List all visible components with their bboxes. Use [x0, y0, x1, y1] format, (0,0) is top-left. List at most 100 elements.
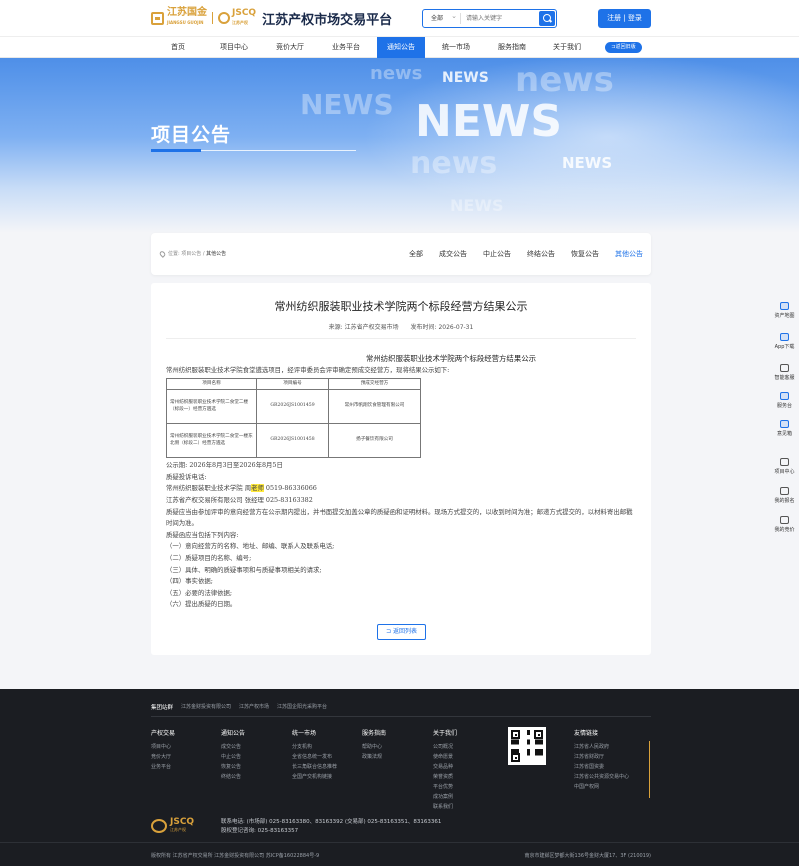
article-body: 常州纺织服装职业技术学院两个标段经营方结果公示 常州纺织服装职业技术学院食堂遴选…: [166, 353, 636, 611]
top-bar: 江苏国金 JIANGSU GUOJIN JSCQ 江苏产权 江苏产权市场交易平台 全…: [0, 0, 799, 36]
jscq-logo-icon: [151, 819, 167, 833]
tab-suspension-notices[interactable]: 中止公告: [483, 249, 511, 259]
footer-col-service: 服务指南 帮助中心 政策法规: [362, 729, 386, 762]
footer-link[interactable]: 政策法规: [362, 752, 386, 762]
article-date: 发布时间: 2026-07-31: [410, 324, 474, 331]
footer-link[interactable]: 交易品种: [433, 762, 457, 772]
qr-finder: [511, 730, 520, 739]
side-asset-map[interactable]: 资产地图: [770, 302, 799, 319]
banner-news-word: NEWS: [562, 154, 613, 172]
footer-link[interactable]: 业务平台: [151, 762, 175, 772]
footer-link[interactable]: 公司概况: [433, 742, 457, 752]
table-cell: GR2026JS1001458: [256, 423, 329, 459]
footer-link[interactable]: 全省信息统一发布: [292, 752, 337, 762]
footer-link[interactable]: 平台优势: [433, 782, 457, 792]
notice-list-item: （五）必要的法律依据;: [166, 588, 233, 597]
breadcrumb-separator: /: [202, 250, 205, 257]
login-register-button[interactable]: 注册 | 登录: [598, 9, 651, 28]
footer-link[interactable]: 长三角联合信息推荐: [292, 762, 337, 772]
footer-link[interactable]: 全国产交机构链接: [292, 772, 337, 782]
tab-all[interactable]: 全部: [409, 249, 423, 259]
qr-finder: [511, 753, 520, 762]
footer-link[interactable]: 成交公告: [221, 742, 245, 752]
table-header: 项目名称: [166, 378, 257, 391]
cube-icon: [780, 458, 789, 466]
nav-business-platform[interactable]: 业务平台: [322, 37, 370, 58]
location-pin-icon: [158, 249, 167, 258]
side-project-center[interactable]: 项目中心: [770, 458, 799, 475]
divider: [166, 338, 636, 339]
title-underline: [151, 149, 201, 152]
group-site-link[interactable]: 江苏产权市场: [239, 703, 269, 711]
footer-link[interactable]: 江苏省国资委: [574, 762, 629, 772]
return-old-version-button[interactable]: ⊐返回旧版: [605, 42, 642, 53]
footer-col-title: 产权交易: [151, 730, 176, 737]
nav-about-us[interactable]: 关于我们: [543, 37, 591, 58]
nav-project-center[interactable]: 项目中心: [210, 37, 258, 58]
qr-finder: [534, 730, 543, 739]
nav-home[interactable]: 首页: [154, 37, 202, 58]
footer-col-title: 关于我们: [433, 730, 458, 737]
logo2-text: JSCQ 江苏产权: [232, 8, 257, 26]
footer-col-title: 统一市场: [292, 730, 317, 737]
footer-link[interactable]: 分支机构: [292, 742, 337, 752]
notice-paragraph: 质疑应当由参加评审的意向经营方在公示期内提出，并书面提交加盖公章的质疑函和证明材…: [166, 507, 633, 528]
return-to-list-button[interactable]: ⊐ 返回列表: [377, 624, 426, 640]
side-app-download[interactable]: App下载: [770, 333, 799, 350]
side-my-bids[interactable]: 我的竞价: [770, 516, 799, 533]
logo1-text: 江苏国金 JIANGSU GUOJIN: [167, 7, 207, 26]
nav-service-guide[interactable]: 服务指南: [488, 37, 536, 58]
tab-deal-notices[interactable]: 成交公告: [439, 249, 467, 259]
side-feedback-box[interactable]: 意见箱: [770, 420, 799, 437]
doc-intro: 常州纺织服装职业技术学院食堂遴选项目，经评审委员会评审确定预成交经营方，现将结果…: [166, 365, 450, 374]
article-source: 来源: 江苏省产权交易市场: [328, 324, 399, 331]
notice-list-item: （一）意向经营方的名称、地址、邮编、联系人及联系电话;: [166, 542, 335, 551]
group-sites-label: 集团站群: [151, 705, 174, 711]
nav-announcements[interactable]: 通知公告: [377, 37, 425, 58]
footer-link[interactable]: 中国产权网: [574, 782, 629, 792]
footer-col-title: 服务指南: [362, 730, 387, 737]
footer-link[interactable]: 终结公告: [221, 772, 245, 782]
footer-link[interactable]: 使命愿景: [433, 752, 457, 762]
footer-link[interactable]: 江苏省财政厅: [574, 752, 629, 762]
footer-link[interactable]: 恢复公告: [221, 762, 245, 772]
banner-news-word: NEWS: [300, 88, 394, 121]
group-site-link[interactable]: 江苏金财投资有限公司: [181, 703, 231, 711]
side-my-registrations[interactable]: 我的报名: [770, 487, 799, 504]
footer-link[interactable]: 联系我们: [433, 802, 457, 812]
banner-news-word: NEWS: [450, 196, 504, 215]
nav-bidding-hall[interactable]: 竞价大厅: [266, 37, 314, 58]
breadcrumb-item-project-notices[interactable]: 项目公告: [181, 250, 201, 257]
footer: 集团站群 江苏金财投资有限公司 江苏产权市场 江苏国企阳光采购平台 产权交易 项…: [0, 689, 799, 866]
contact-school: 常州纺织服装职业技术学院 周老师 0519-86336066: [166, 484, 317, 493]
footer-link[interactable]: 江苏省公共资源交易中心: [574, 772, 629, 782]
nav-unified-market[interactable]: 统一市场: [432, 37, 480, 58]
footer-link[interactable]: 成功案例: [433, 792, 457, 802]
category-bar: 位置: 项目公告 / 其他公告 全部 成交公告 中止公告 终结公告 恢复公告 其…: [151, 233, 651, 275]
tab-resumption-notices[interactable]: 恢复公告: [571, 249, 599, 259]
side-customer-service[interactable]: 智能客服: [770, 364, 799, 381]
footer-link[interactable]: 荣誉资质: [433, 772, 457, 782]
footer-link[interactable]: 竞价大厅: [151, 752, 175, 762]
group-site-link[interactable]: 江苏国企阳光采购平台: [277, 703, 327, 711]
table-row: 常州纺织服装职业技术学院二食堂二楼（标段一）经营方遴选 GR2026JS1001…: [166, 389, 421, 425]
address: 南京市建邺区梦都大街136号金财大厦17、3F (210019): [524, 853, 651, 859]
tab-other-notices[interactable]: 其他公告: [615, 249, 643, 259]
search-button[interactable]: [539, 11, 555, 26]
breadcrumb-prefix: 位置:: [168, 251, 180, 257]
doc-heading: 常州纺织服装职业技术学院两个标段经营方结果公示: [366, 354, 536, 363]
search-category-select[interactable]: 全部: [423, 11, 461, 24]
footer-link[interactable]: 帮助中心: [362, 742, 386, 752]
main-nav: 首页 项目中心 竞价大厅 业务平台 通知公告 统一市场 服务指南 关于我们 ⊐返…: [0, 36, 799, 58]
table-cell: GR2026JS1001459: [256, 389, 329, 425]
footer-link[interactable]: 江苏省人民政府: [574, 742, 629, 752]
tab-termination-notices[interactable]: 终结公告: [527, 249, 555, 259]
contact-exchange: 江苏省产权交易所有限公司 张经理 025-83163382: [166, 495, 313, 504]
footer-logo-text: JSCQ 江苏产权: [170, 817, 195, 833]
site-logo[interactable]: 江苏国金 JIANGSU GUOJIN JSCQ 江苏产权 江苏产权市场交易平台: [151, 7, 392, 28]
footer-link[interactable]: 项目中心: [151, 742, 175, 752]
table-cell: 常州市帆翔饮食管理有限公司: [328, 389, 421, 425]
search-input[interactable]: [461, 12, 539, 25]
footer-link[interactable]: 中止公告: [221, 752, 245, 762]
side-service-desk[interactable]: 服务台: [770, 392, 799, 409]
